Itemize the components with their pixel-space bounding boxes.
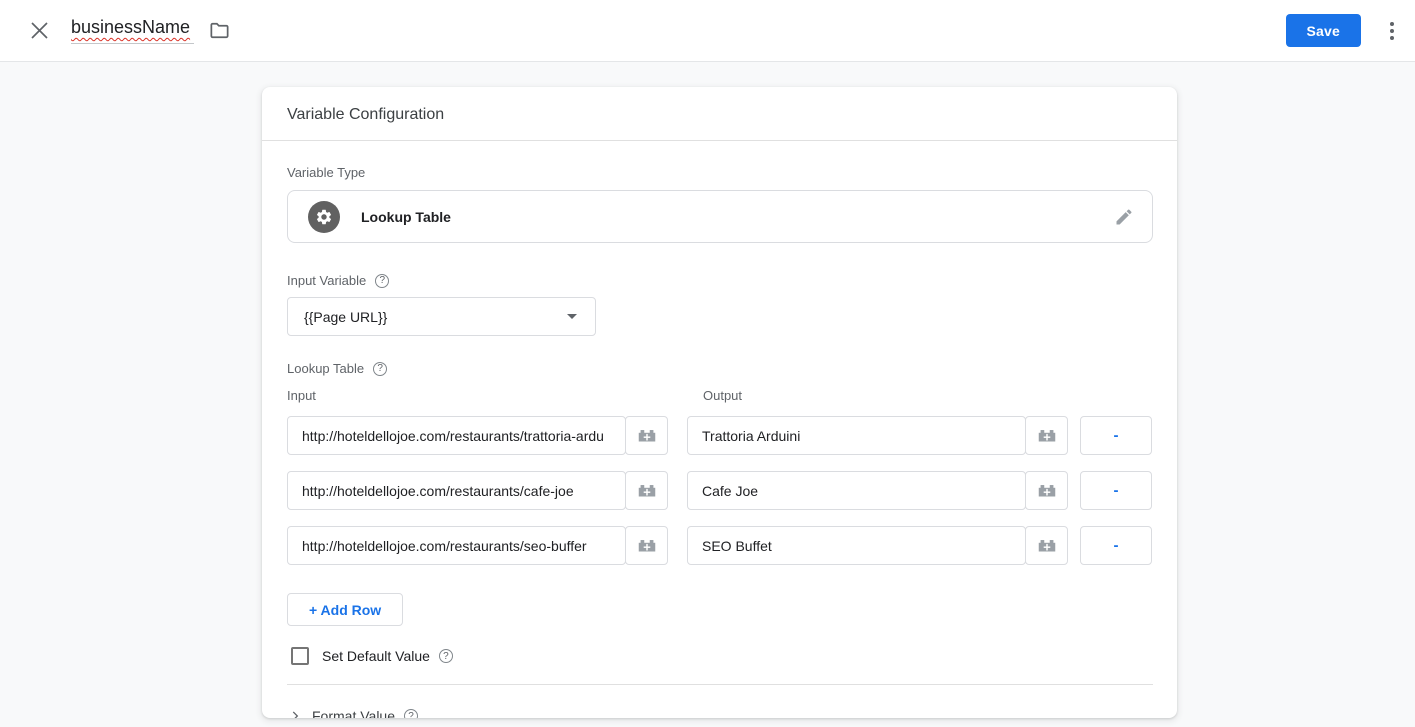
table-row: - [287,416,1153,455]
output-field-group [687,416,1068,455]
row-output-field[interactable] [687,471,1026,510]
remove-row-button[interactable]: - [1080,471,1152,510]
lookup-table-label: Lookup Table [287,361,364,376]
input-variable-value: {{Page URL}} [304,309,387,325]
set-default-value-row: Set Default Value ? [287,647,1153,665]
row-input-field[interactable] [287,526,626,565]
set-default-value-checkbox[interactable] [291,647,309,665]
variable-name-field[interactable]: businessName [71,17,194,44]
close-icon[interactable] [27,19,51,43]
output-field-group [687,471,1068,510]
row-output-field[interactable] [687,526,1026,565]
row-input-field[interactable] [287,416,626,455]
table-row: - [287,471,1153,510]
format-value-section[interactable]: Format Value ? [262,685,1177,718]
row-output-field[interactable] [687,416,1026,455]
edit-icon[interactable] [1110,203,1138,231]
input-variable-dropdown[interactable]: {{Page URL}} [287,297,596,336]
output-column-header: Output [687,388,742,403]
add-row-button[interactable]: + Add Row [287,593,403,626]
insert-variable-icon[interactable] [625,526,668,565]
lookup-table-column-headers: Input Output [287,388,1153,403]
variable-name: businessName [71,17,190,37]
remove-row-button[interactable]: - [1080,416,1152,455]
input-variable-label: Input Variable [287,273,366,288]
output-field-group [687,526,1068,565]
insert-variable-icon[interactable] [1025,526,1068,565]
page-background: Variable Configuration Variable Type Loo… [0,87,1415,727]
variable-type-label: Variable Type [287,165,1153,180]
input-column-header: Input [287,388,687,403]
variable-configuration-card: Variable Configuration Variable Type Loo… [262,87,1177,718]
variable-type-value: Lookup Table [361,209,451,225]
lookup-table-rows: - - [287,416,1153,565]
insert-variable-icon[interactable] [625,416,668,455]
row-input-field[interactable] [287,471,626,510]
card-title: Variable Configuration [262,87,1177,141]
card-body: Variable Type Lookup Table Input Variabl… [262,141,1177,685]
input-field-group [287,471,668,510]
insert-variable-icon[interactable] [1025,416,1068,455]
variable-type-box[interactable]: Lookup Table [287,190,1153,243]
chevron-right-icon[interactable] [287,708,303,718]
help-icon[interactable]: ? [375,274,389,288]
insert-variable-icon[interactable] [625,471,668,510]
input-variable-label-row: Input Variable ? [287,273,1153,288]
gear-icon [308,201,340,233]
insert-variable-icon[interactable] [1025,471,1068,510]
remove-row-button[interactable]: - [1080,526,1152,565]
input-field-group [287,526,668,565]
top-bar: businessName Save [0,0,1415,62]
set-default-value-label: Set Default Value [322,648,430,664]
save-button[interactable]: Save [1286,14,1362,47]
help-icon[interactable]: ? [439,649,453,663]
table-row: - [287,526,1153,565]
folder-icon[interactable] [206,18,232,44]
help-icon[interactable]: ? [373,362,387,376]
chevron-down-icon [567,314,577,319]
lookup-table-label-row: Lookup Table ? [287,361,1153,376]
input-field-group [287,416,668,455]
more-options-icon[interactable] [1379,14,1405,48]
help-icon[interactable]: ? [404,709,418,718]
format-value-label: Format Value [312,708,395,718]
